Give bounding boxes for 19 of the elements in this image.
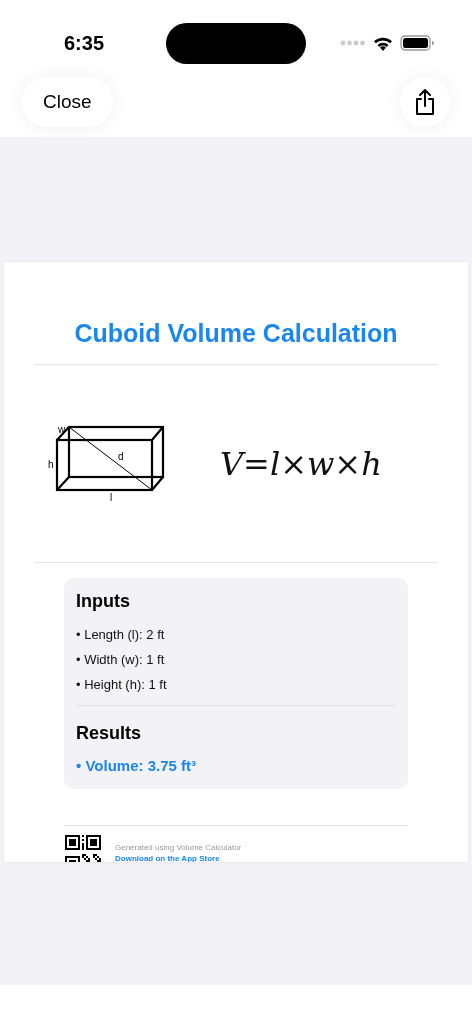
dimension-label: l (110, 492, 113, 503)
result-item: • Volume: 3.75 ft³ (76, 756, 197, 776)
app-store-link[interactable]: Download on the App Store (115, 854, 242, 862)
input-item: • Width (w): 1 ft (76, 651, 166, 669)
close-button[interactable]: Close (22, 77, 113, 127)
section-heading: Results (76, 722, 143, 744)
dimension-label: h (48, 459, 54, 470)
battery-icon (400, 35, 434, 51)
status-time: 6:35 (64, 30, 106, 55)
signal-icon (340, 40, 366, 46)
document-title: Cuboid Volume Calculation (73, 318, 399, 348)
volume-formula: V=l×w×h (220, 444, 382, 483)
dimension-label: d (118, 451, 124, 462)
share-icon (414, 88, 436, 116)
wifi-icon (373, 35, 393, 51)
footer-caption: Generated using Volume Calculator (115, 843, 242, 852)
section-heading: Inputs (76, 590, 131, 612)
input-item: • Height (h): 1 ft (76, 676, 168, 694)
input-item: • Length (l): 2 ft (76, 626, 166, 644)
